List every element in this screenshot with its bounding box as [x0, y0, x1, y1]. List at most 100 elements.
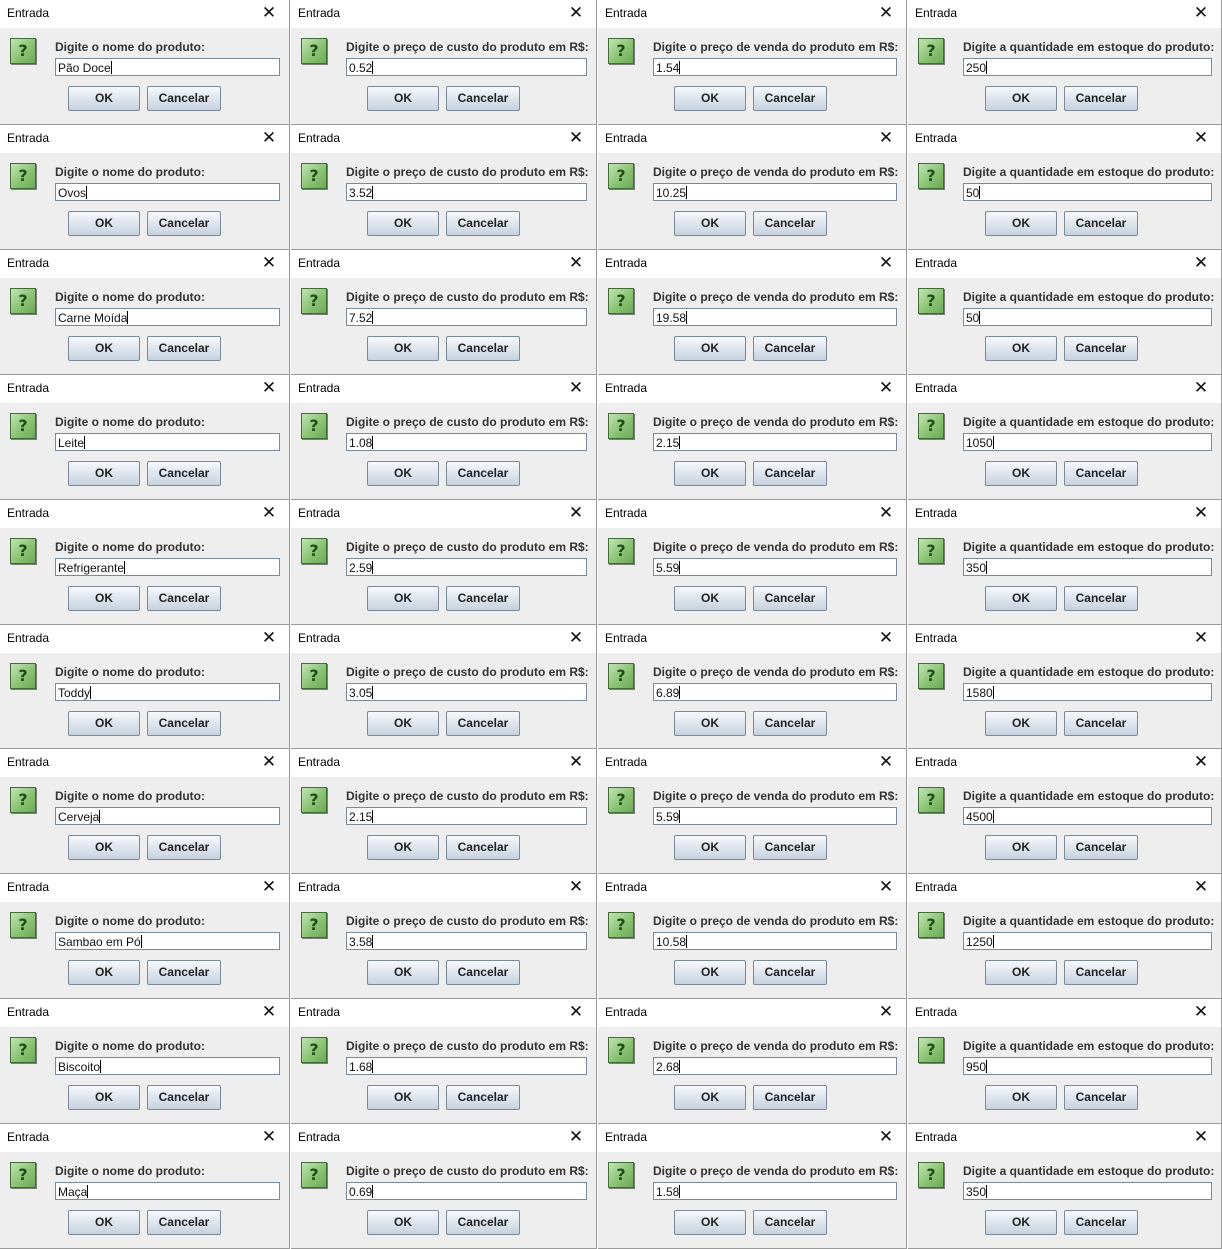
close-icon[interactable]: ✕	[556, 874, 596, 902]
close-icon[interactable]: ✕	[249, 0, 289, 28]
ok-button[interactable]: OK	[68, 711, 140, 736]
text-input-field[interactable]: Sambao em Pó	[55, 932, 280, 950]
cancel-button[interactable]: Cancelar	[147, 1085, 221, 1110]
close-icon[interactable]: ✕	[249, 1124, 289, 1152]
ok-button[interactable]: OK	[674, 586, 746, 611]
title-bar[interactable]: Entrada ✕	[598, 874, 906, 902]
text-input-field[interactable]: 350	[963, 558, 1212, 576]
text-input-field[interactable]: 2.68	[653, 1057, 897, 1075]
title-bar[interactable]: Entrada ✕	[291, 999, 596, 1027]
cancel-button[interactable]: Cancelar	[446, 586, 520, 611]
cancel-button[interactable]: Cancelar	[753, 461, 827, 486]
ok-button[interactable]: OK	[674, 1210, 746, 1235]
close-icon[interactable]: ✕	[1181, 0, 1221, 28]
cancel-button[interactable]: Cancelar	[147, 336, 221, 361]
close-icon[interactable]: ✕	[249, 874, 289, 902]
text-input-field[interactable]: 1.54	[653, 58, 897, 76]
text-input-field[interactable]: 1050	[963, 433, 1212, 451]
ok-button[interactable]: OK	[367, 1085, 439, 1110]
cancel-button[interactable]: Cancelar	[753, 1085, 827, 1110]
cancel-button[interactable]: Cancelar	[446, 835, 520, 860]
text-input-field[interactable]: Biscoito	[55, 1057, 280, 1075]
title-bar[interactable]: Entrada ✕	[908, 749, 1221, 777]
close-icon[interactable]: ✕	[1181, 125, 1221, 153]
close-icon[interactable]: ✕	[866, 1124, 906, 1152]
ok-button[interactable]: OK	[367, 211, 439, 236]
close-icon[interactable]: ✕	[556, 625, 596, 653]
text-input-field[interactable]: Ovos	[55, 183, 280, 201]
text-input-field[interactable]: 1.58	[653, 1182, 897, 1200]
ok-button[interactable]: OK	[674, 211, 746, 236]
cancel-button[interactable]: Cancelar	[753, 211, 827, 236]
title-bar[interactable]: Entrada ✕	[0, 749, 289, 777]
close-icon[interactable]: ✕	[556, 1124, 596, 1152]
text-input-field[interactable]: 0.52	[346, 58, 587, 76]
ok-button[interactable]: OK	[985, 461, 1057, 486]
title-bar[interactable]: Entrada ✕	[0, 375, 289, 403]
text-input-field[interactable]: 10.25	[653, 183, 897, 201]
title-bar[interactable]: Entrada ✕	[908, 0, 1221, 28]
close-icon[interactable]: ✕	[1181, 375, 1221, 403]
cancel-button[interactable]: Cancelar	[446, 1210, 520, 1235]
ok-button[interactable]: OK	[674, 86, 746, 111]
title-bar[interactable]: Entrada ✕	[908, 125, 1221, 153]
ok-button[interactable]: OK	[367, 86, 439, 111]
text-input-field[interactable]: 4500	[963, 807, 1212, 825]
text-input-field[interactable]: 250	[963, 58, 1212, 76]
ok-button[interactable]: OK	[367, 711, 439, 736]
ok-button[interactable]: OK	[68, 336, 140, 361]
cancel-button[interactable]: Cancelar	[446, 211, 520, 236]
cancel-button[interactable]: Cancelar	[1064, 461, 1138, 486]
close-icon[interactable]: ✕	[556, 125, 596, 153]
text-input-field[interactable]: 50	[963, 308, 1212, 326]
close-icon[interactable]: ✕	[1181, 874, 1221, 902]
ok-button[interactable]: OK	[985, 1085, 1057, 1110]
text-input-field[interactable]: 950	[963, 1057, 1212, 1075]
close-icon[interactable]: ✕	[556, 749, 596, 777]
text-input-field[interactable]: 6.89	[653, 683, 897, 701]
cancel-button[interactable]: Cancelar	[1064, 960, 1138, 985]
cancel-button[interactable]: Cancelar	[446, 461, 520, 486]
title-bar[interactable]: Entrada ✕	[908, 625, 1221, 653]
cancel-button[interactable]: Cancelar	[147, 211, 221, 236]
cancel-button[interactable]: Cancelar	[147, 586, 221, 611]
title-bar[interactable]: Entrada ✕	[598, 625, 906, 653]
title-bar[interactable]: Entrada ✕	[598, 125, 906, 153]
text-input-field[interactable]: 2.15	[346, 807, 587, 825]
title-bar[interactable]: Entrada ✕	[0, 125, 289, 153]
title-bar[interactable]: Entrada ✕	[908, 250, 1221, 278]
text-input-field[interactable]: 0.69	[346, 1182, 587, 1200]
cancel-button[interactable]: Cancelar	[753, 960, 827, 985]
cancel-button[interactable]: Cancelar	[1064, 86, 1138, 111]
ok-button[interactable]: OK	[674, 1085, 746, 1110]
text-input-field[interactable]: 19.58	[653, 308, 897, 326]
close-icon[interactable]: ✕	[866, 749, 906, 777]
cancel-button[interactable]: Cancelar	[753, 835, 827, 860]
close-icon[interactable]: ✕	[866, 500, 906, 528]
ok-button[interactable]: OK	[68, 461, 140, 486]
cancel-button[interactable]: Cancelar	[753, 586, 827, 611]
text-input-field[interactable]: 50	[963, 183, 1212, 201]
title-bar[interactable]: Entrada ✕	[598, 0, 906, 28]
text-input-field[interactable]: Pão Doce	[55, 58, 280, 76]
title-bar[interactable]: Entrada ✕	[291, 625, 596, 653]
text-input-field[interactable]: 1.68	[346, 1057, 587, 1075]
title-bar[interactable]: Entrada ✕	[598, 749, 906, 777]
title-bar[interactable]: Entrada ✕	[0, 625, 289, 653]
ok-button[interactable]: OK	[985, 336, 1057, 361]
cancel-button[interactable]: Cancelar	[1064, 336, 1138, 361]
ok-button[interactable]: OK	[68, 960, 140, 985]
ok-button[interactable]: OK	[985, 835, 1057, 860]
cancel-button[interactable]: Cancelar	[1064, 586, 1138, 611]
close-icon[interactable]: ✕	[1181, 625, 1221, 653]
cancel-button[interactable]: Cancelar	[1064, 211, 1138, 236]
title-bar[interactable]: Entrada ✕	[291, 874, 596, 902]
ok-button[interactable]: OK	[985, 211, 1057, 236]
title-bar[interactable]: Entrada ✕	[0, 0, 289, 28]
ok-button[interactable]: OK	[367, 835, 439, 860]
close-icon[interactable]: ✕	[1181, 250, 1221, 278]
text-input-field[interactable]: 7.52	[346, 308, 587, 326]
text-input-field[interactable]: Refrigerante	[55, 558, 280, 576]
cancel-button[interactable]: Cancelar	[753, 711, 827, 736]
ok-button[interactable]: OK	[367, 336, 439, 361]
